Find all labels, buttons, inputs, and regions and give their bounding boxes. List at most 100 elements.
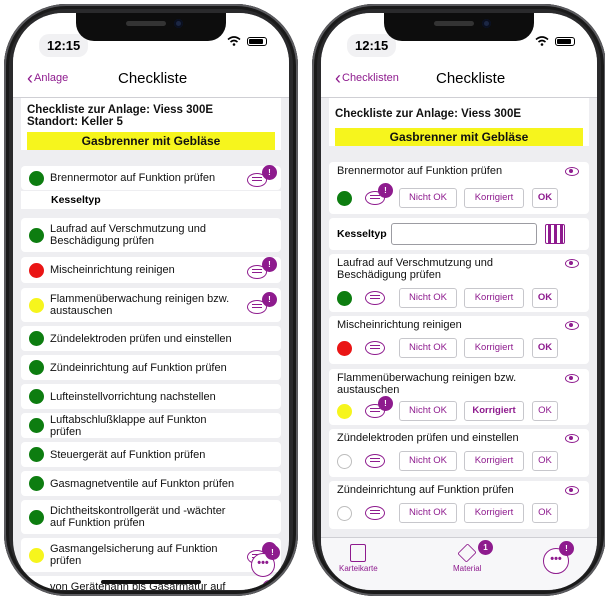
status-dot[interactable] (29, 509, 44, 525)
not-ok-button[interactable]: Nicht OK (399, 188, 457, 208)
status-dot[interactable] (29, 262, 44, 278)
battery-icon (555, 36, 575, 46)
checklist-item[interactable]: Mischeinrichtung reinigen! (21, 257, 281, 283)
corrected-button[interactable]: Korrigiert (464, 288, 524, 308)
home-indicator (101, 580, 201, 584)
notch (384, 13, 534, 41)
status-dot[interactable] (337, 454, 352, 469)
status-dot[interactable] (29, 585, 44, 590)
status-dot[interactable] (337, 191, 352, 206)
kesseltyp-label: Kesseltyp (21, 191, 281, 209)
not-ok-button[interactable]: Nicht OK (399, 401, 457, 421)
screen-left: 12:15 ‹ Anlage Checkliste Checkliste zur … (13, 13, 289, 590)
header-plant: Checkliste zur Anlage: Viess 300E (335, 108, 522, 120)
item-label: Mischeinrichtung reinigen (337, 319, 462, 331)
checklist-item: Laufrad auf Verschmutzung und Beschädigu… (329, 254, 589, 312)
tab-karteikarte[interactable]: Karteikarte (339, 544, 378, 573)
checklist-item[interactable]: Laufrad auf Verschmutzung und Beschädigu… (21, 218, 281, 252)
wifi-icon (227, 36, 241, 46)
corrected-button[interactable]: Korrigiert (464, 401, 524, 421)
status-dot[interactable] (29, 418, 44, 433)
status-dot[interactable] (337, 506, 352, 521)
status-dot[interactable] (29, 170, 44, 186)
nav-bar: ‹ Checklisten Checkliste (321, 61, 597, 98)
status-dot[interactable] (29, 476, 44, 491)
tab-bar: Karteikarte Material 1 ••• ! (321, 537, 597, 590)
comment-icon[interactable] (365, 454, 385, 468)
comment-icon[interactable] (365, 506, 385, 520)
not-ok-button[interactable]: Nicht OK (399, 338, 457, 358)
corrected-button[interactable]: Korrigiert (464, 451, 524, 471)
phone-left: 12:15 ‹ Anlage Checkliste Checkliste zur … (4, 4, 298, 596)
status-dot[interactable] (337, 404, 352, 419)
item-label: Laufrad auf Verschmutzung und Beschädigu… (50, 223, 206, 247)
checklist-item[interactable]: Luftabschlußklappe auf Funkton prüfen (21, 413, 281, 438)
system-icons (535, 36, 575, 46)
eye-icon[interactable] (565, 374, 579, 383)
checklist-item[interactable]: Gasmagnetventile auf Funkton prüfen (21, 471, 281, 496)
comment-badge: ! (262, 257, 277, 272)
comment-badge: ! (378, 396, 393, 411)
back-label: Checklisten (342, 72, 399, 84)
corrected-button[interactable]: Korrigiert (464, 188, 524, 208)
eye-icon[interactable] (565, 486, 579, 495)
nav-bar: ‹ Anlage Checkliste (13, 61, 289, 98)
not-ok-button[interactable]: Nicht OK (399, 503, 457, 523)
checklist-item[interactable]: Zündelektroden prüfen und einstellen (21, 326, 281, 351)
comment-icon[interactable] (365, 291, 385, 305)
ok-button[interactable]: OK (532, 188, 558, 208)
checklist-item[interactable]: Lufteinstellvorrichtung nachstellen (21, 384, 281, 409)
checklist-item[interactable]: Steuergerät auf Funktion prüfen (21, 442, 281, 467)
status-dot[interactable] (337, 291, 352, 306)
checklist-item[interactable]: Gasmangelsicherung auf Funktion prüfen! (21, 538, 281, 572)
index-card-icon (350, 544, 367, 562)
corrected-button[interactable]: Korrigiert (464, 503, 524, 523)
more-badge: ! (559, 541, 574, 556)
chevron-left-icon: ‹ (27, 68, 33, 88)
eye-icon[interactable] (565, 167, 579, 176)
eye-icon[interactable] (565, 434, 579, 443)
checklist-item[interactable]: Dichtheitskontrollgerät und -wächter auf… (21, 500, 281, 534)
section-banner: Gasbrenner mit Gebläse (27, 132, 275, 150)
eye-icon[interactable] (565, 259, 579, 268)
not-ok-button[interactable]: Nicht OK (399, 451, 457, 471)
more-badge: ! (265, 545, 280, 560)
checklist-item: Mischeinrichtung reinigen Nicht OK Korrigi… (329, 316, 589, 364)
ok-button[interactable]: OK (532, 401, 558, 421)
status-dot[interactable] (29, 447, 44, 462)
checklist-header: Checkliste zur Anlage: Viess 300E Stando… (21, 98, 281, 150)
status-dot[interactable] (29, 227, 44, 243)
ok-button[interactable]: OK (532, 451, 558, 471)
checklist-item[interactable]: Flammenüberwachung reinigen bzw. austaus… (21, 288, 281, 322)
kesseltyp-input[interactable] (391, 223, 537, 245)
status-dot[interactable] (29, 389, 44, 404)
checklist-item[interactable]: Zündeinrichtung auf Funktion prüfen (21, 355, 281, 380)
comment-icon[interactable] (365, 341, 385, 355)
back-button[interactable]: ‹ Anlage (27, 68, 69, 88)
chevron-left-icon: ‹ (335, 68, 341, 88)
eye-icon[interactable] (565, 321, 579, 330)
kesseltyp-label: Kesseltyp (337, 228, 387, 240)
wifi-icon (535, 36, 549, 46)
status-dot[interactable] (29, 360, 44, 375)
not-ok-button[interactable]: Nicht OK (399, 288, 457, 308)
status-dot[interactable] (337, 341, 352, 356)
corrected-button[interactable]: Korrigiert (464, 338, 524, 358)
notch (76, 13, 226, 41)
status-dot[interactable] (29, 297, 44, 313)
ok-button[interactable]: OK (532, 288, 558, 308)
checklist-item[interactable]: Brennermotor auf Funktion prüfen! (21, 165, 281, 190)
back-label: Anlage (34, 72, 69, 84)
item-label: Flammenüberwachung reinigen bzw. austaus… (50, 293, 230, 317)
status-time: 12:15 (347, 34, 397, 57)
checklist-header: Checkliste zur Anlage: Viess 300E Gasbre… (329, 98, 589, 146)
qr-code-icon[interactable] (545, 224, 565, 244)
item-label: Steuergerät auf Funktion prüfen (50, 448, 206, 461)
status-dot[interactable] (29, 331, 44, 346)
item-label: Laufrad auf Verschmutzung und Beschädigu… (337, 257, 493, 281)
comment-badge: ! (262, 292, 277, 307)
status-dot[interactable] (29, 547, 44, 563)
ok-button[interactable]: OK (532, 338, 558, 358)
back-button[interactable]: ‹ Checklisten (335, 68, 399, 88)
ok-button[interactable]: OK (532, 503, 558, 523)
